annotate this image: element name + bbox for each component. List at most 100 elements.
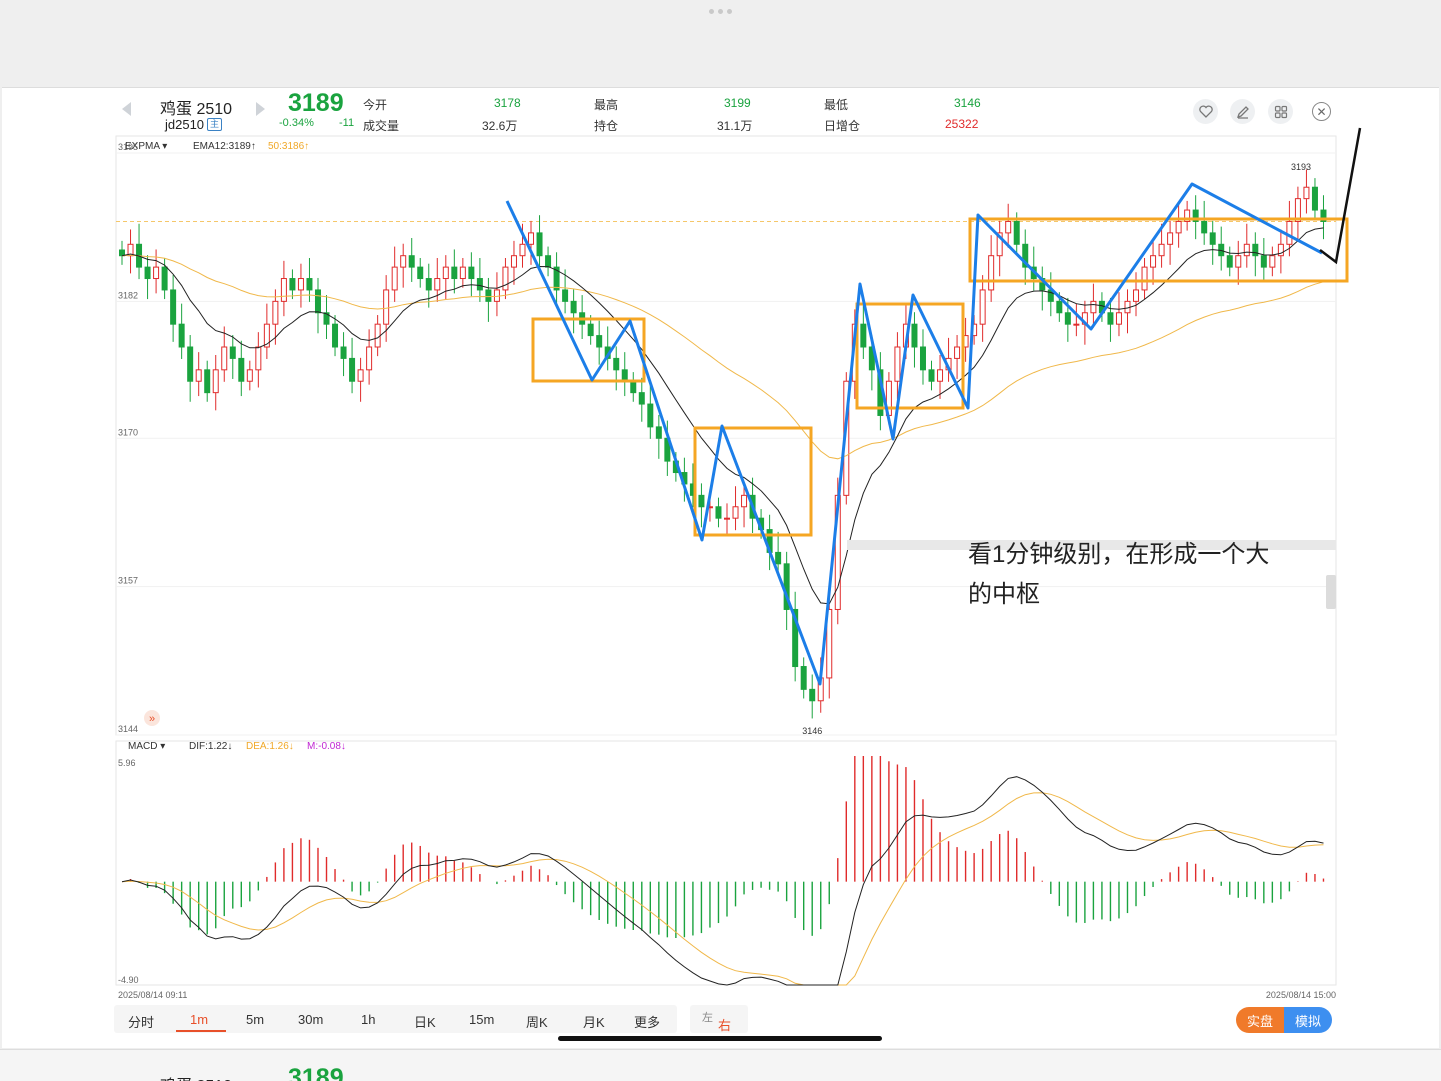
period-monthly[interactable]: 月K [583, 1012, 605, 1031]
left-label: 左 [702, 1012, 713, 1024]
period-weekly[interactable]: 周K [526, 1012, 548, 1031]
candle-body [809, 688, 816, 702]
candle-body [212, 369, 219, 394]
candle-body [255, 346, 262, 371]
candle-body [596, 335, 603, 348]
candle-body [715, 506, 722, 519]
candle-body [314, 289, 321, 314]
candle-body [195, 369, 202, 382]
period-5m[interactable]: 5m [246, 1012, 264, 1027]
candle-body [238, 357, 245, 382]
candle-body [919, 346, 926, 371]
candle-body [587, 323, 594, 337]
candle-body [178, 323, 185, 348]
candle-body [280, 278, 287, 302]
time-start-label: 2025/08/14 09:11 [118, 990, 187, 1000]
real-trade-button[interactable]: 实盘 [1236, 1007, 1284, 1033]
period-15m[interactable]: 15m [469, 1012, 494, 1027]
candle-body [204, 369, 211, 394]
peek-price: 3189 [288, 1064, 344, 1081]
candle-body [391, 266, 398, 291]
candle-body [1286, 220, 1293, 245]
ema12-label: EMA12:3189↑ [193, 141, 256, 152]
candle-body [1175, 220, 1182, 234]
expand-icon: » [149, 713, 155, 725]
candle-body [1073, 323, 1080, 326]
candle-body [630, 380, 637, 394]
candle-body [860, 323, 867, 348]
candle-body [724, 517, 730, 520]
dea-label: DEA:1.26↓ [246, 741, 294, 752]
candle-body [374, 323, 381, 348]
period-fenshi[interactable]: 分时 [128, 1012, 154, 1031]
macd-panel-frame [115, 740, 1337, 986]
candle-body [442, 266, 449, 280]
dif-line [121, 776, 1324, 986]
period-1h[interactable]: 1h [361, 1012, 375, 1027]
period-more[interactable]: 更多 [634, 1012, 660, 1031]
left-right-toggle[interactable]: 左 右 [690, 1005, 748, 1033]
candle-body [153, 266, 160, 280]
candle-body [1303, 186, 1310, 200]
annotation-text: 看1分钟级别，在形成一个大的中枢 [968, 541, 1270, 608]
sim-trade-button[interactable]: 模拟 [1284, 1007, 1332, 1033]
period-1m[interactable]: 1m [190, 1012, 208, 1027]
candle-body [476, 278, 483, 291]
candle-body [383, 289, 390, 325]
candle-body [545, 255, 552, 268]
candle-body [988, 255, 995, 291]
candle-body [655, 426, 662, 439]
candle-body [1133, 289, 1140, 302]
candle-body [1243, 243, 1250, 257]
candle-body [698, 494, 705, 508]
candle-body [775, 551, 782, 565]
candle-body [1226, 255, 1233, 268]
candle-body [1150, 255, 1157, 268]
candle-body [297, 278, 304, 291]
candle-body [638, 392, 645, 405]
candle-body [434, 278, 441, 291]
price-tick-label: 3195 [118, 142, 138, 152]
candle-body [1252, 243, 1259, 257]
high-price-label: 3193 [1291, 162, 1311, 172]
period-daily[interactable]: 日K [414, 1012, 436, 1031]
candle-body [400, 255, 407, 268]
candle-body [519, 243, 526, 257]
candle-body [187, 346, 194, 382]
candle-body [459, 266, 466, 280]
price-tick-label: 3144 [118, 724, 138, 734]
next-card-peek: 鸡蛋 2510 3189 [0, 1049, 1441, 1081]
right-label: 右 [718, 1018, 732, 1033]
candle-body [289, 278, 296, 291]
candle-body [613, 357, 620, 371]
period-30m[interactable]: 30m [298, 1012, 323, 1027]
candle-body [1141, 266, 1148, 291]
candle-body [272, 300, 279, 325]
candle-body [1090, 300, 1097, 314]
candle-body [954, 346, 961, 359]
home-indicator[interactable] [558, 1036, 882, 1041]
sub-indicator-name: MACD ▾ [128, 741, 165, 752]
candle-body [1311, 186, 1318, 211]
candle-body [357, 369, 364, 382]
candle-body [937, 369, 944, 382]
window-grabber[interactable] [709, 9, 732, 14]
candle-body [979, 289, 986, 325]
candle-body [562, 289, 569, 302]
candle-body [306, 278, 313, 291]
candle-body [732, 506, 739, 519]
trade-mode-switch: 实盘 模拟 [1236, 1007, 1332, 1033]
candle-body [425, 278, 432, 291]
low-price-label: 3146 [802, 726, 822, 736]
candle-body [1115, 312, 1122, 325]
candle-body [221, 346, 228, 371]
candle-body [536, 232, 543, 257]
candle-body [1158, 243, 1165, 257]
candle-body [528, 232, 535, 245]
candle-body [647, 403, 654, 428]
candle-body [161, 266, 168, 291]
candle-body [349, 357, 356, 382]
candle-body [510, 255, 517, 268]
candle-body [1209, 232, 1216, 245]
ema50-label: 50:3186↑ [268, 141, 309, 152]
